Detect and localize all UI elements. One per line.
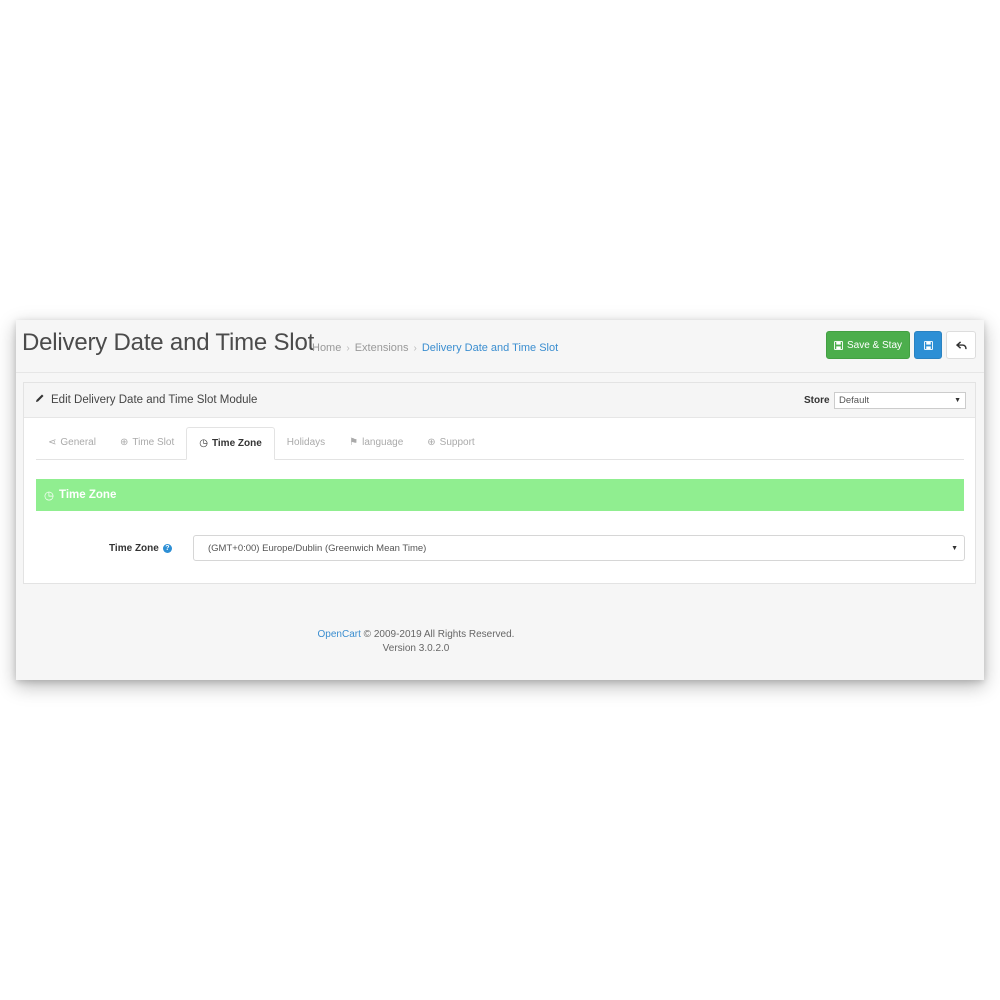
footer-version: Version 3.0.2.0: [382, 643, 450, 654]
breadcrumb-separator: ›: [346, 342, 350, 354]
flag-icon: ⚑: [349, 437, 359, 448]
store-select[interactable]: Default ▼: [834, 392, 966, 409]
breadcrumb-current[interactable]: Delivery Date and Time Slot: [422, 342, 558, 354]
time-zone-label-text: Time Zone: [109, 543, 159, 554]
back-button[interactable]: [946, 331, 976, 359]
save-and-stay-label: Save & Stay: [846, 339, 903, 351]
tab-time-slot[interactable]: ⊕ Time Slot: [108, 427, 186, 458]
edit-module-card: Edit Delivery Date and Time Slot Module …: [23, 382, 976, 584]
support-icon: ⊕: [427, 437, 436, 448]
tab-label: General: [60, 437, 96, 448]
card-header: Edit Delivery Date and Time Slot Module …: [24, 383, 975, 418]
breadcrumb-extensions[interactable]: Extensions: [355, 342, 409, 354]
footer-copyright-line: OpenCart © 2009-2019 All Rights Reserved…: [22, 628, 810, 642]
tab-support[interactable]: ⊕ Support: [415, 427, 486, 458]
breadcrumb-home[interactable]: Home: [312, 342, 341, 354]
breadcrumb: Home › Extensions › Delivery Date and Ti…: [312, 342, 558, 354]
tab-label: Time Zone: [211, 438, 262, 449]
reply-icon: [955, 340, 967, 350]
tab-bar: ⋖ General ⊕ Time Slot ◷ Time Zone Holida…: [36, 427, 964, 460]
time-zone-select[interactable]: (GMT+0:00) Europe/Dublin (Greenwich Mean…: [193, 535, 965, 561]
tab-label: Support: [439, 437, 475, 448]
time-zone-select-value: (GMT+0:00) Europe/Dublin (Greenwich Mean…: [208, 542, 427, 554]
tab-label: Holidays: [286, 437, 326, 448]
chevron-down-icon: ▼: [954, 397, 961, 404]
time-zone-section-header: ◷ Time Zone: [36, 479, 964, 511]
save-icon: [833, 340, 843, 350]
page-header: Delivery Date and Time Slot Home › Exten…: [16, 320, 984, 373]
footer-copyright: © 2009-2019 All Rights Reserved.: [363, 629, 515, 640]
time-zone-label: Time Zone ?: [109, 543, 172, 554]
help-icon[interactable]: ?: [162, 544, 172, 553]
page-title: Delivery Date and Time Slot: [22, 329, 315, 356]
chevron-down-icon: ▼: [951, 544, 958, 552]
admin-panel: Delivery Date and Time Slot Home › Exten…: [16, 320, 984, 680]
clock-icon: ◷: [44, 490, 55, 502]
tab-label: language: [362, 437, 404, 448]
section-title: Time Zone: [59, 489, 117, 501]
store-select-value: Default: [839, 395, 870, 406]
store-label: Store: [804, 395, 830, 406]
clock-icon: ⊕: [119, 437, 129, 448]
tab-general[interactable]: ⋖ General: [36, 427, 108, 458]
tab-time-zone[interactable]: ◷ Time Zone: [186, 427, 275, 460]
opencart-link[interactable]: OpenCart: [318, 629, 361, 640]
save-icon: [923, 340, 933, 350]
breadcrumb-separator: ›: [413, 342, 417, 354]
tab-label: Time Slot: [132, 437, 175, 448]
card-title-text: Edit Delivery Date and Time Slot Module: [51, 393, 258, 406]
save-button[interactable]: [914, 331, 942, 359]
save-and-stay-button[interactable]: Save & Stay: [826, 331, 910, 359]
tab-holidays[interactable]: Holidays: [275, 427, 337, 458]
share-icon: ⋖: [48, 437, 57, 448]
tab-language[interactable]: ⚑ language: [337, 427, 415, 458]
pencil-icon: [35, 393, 45, 406]
clock-icon: ◷: [199, 438, 208, 449]
footer: OpenCart © 2009-2019 All Rights Reserved…: [22, 628, 810, 656]
card-title: Edit Delivery Date and Time Slot Module: [35, 393, 257, 406]
